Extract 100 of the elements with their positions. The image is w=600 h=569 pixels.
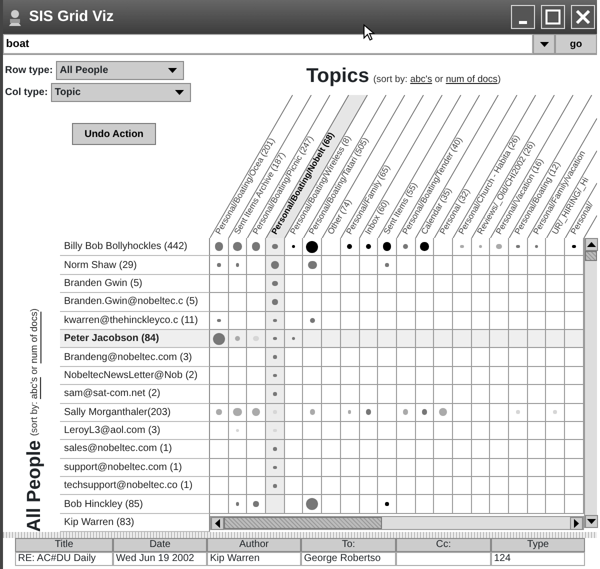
grid-cell[interactable] bbox=[360, 422, 378, 440]
grid-cell[interactable] bbox=[284, 293, 304, 312]
grid-cell[interactable] bbox=[266, 422, 285, 440]
grid-cell[interactable] bbox=[378, 256, 397, 275]
grid-cell[interactable] bbox=[322, 366, 341, 386]
grid-cell[interactable] bbox=[210, 348, 229, 367]
grid-cell[interactable] bbox=[452, 348, 472, 367]
grid-cell[interactable] bbox=[509, 274, 528, 294]
grid-cell[interactable] bbox=[472, 404, 490, 422]
grid-cell[interactable] bbox=[228, 274, 248, 294]
grid-cell[interactable] bbox=[434, 238, 453, 256]
grid-cell[interactable] bbox=[340, 422, 360, 440]
grid-cell[interactable] bbox=[452, 293, 472, 312]
grid-cell[interactable] bbox=[472, 330, 490, 348]
row-header[interactable]: Norm Shaw (29) bbox=[60, 256, 210, 275]
grid-cell[interactable] bbox=[396, 330, 416, 348]
grid-cell[interactable] bbox=[360, 348, 378, 367]
row-header[interactable]: Billy Bob Bollyhockles (442) bbox=[60, 238, 210, 256]
grid-cell[interactable] bbox=[378, 458, 397, 478]
grid-cell[interactable] bbox=[528, 495, 546, 514]
grid-cell[interactable] bbox=[266, 495, 285, 514]
grid-cell[interactable] bbox=[490, 385, 509, 404]
grid-cell[interactable] bbox=[472, 293, 490, 312]
grid-cell[interactable] bbox=[228, 477, 248, 496]
grid-cell[interactable] bbox=[472, 495, 490, 514]
grid-cell[interactable] bbox=[546, 348, 566, 367]
scroll-right-button[interactable] bbox=[570, 517, 583, 530]
grid-cell[interactable] bbox=[303, 385, 322, 404]
grid-cell[interactable] bbox=[452, 330, 472, 348]
grid-cell[interactable] bbox=[210, 422, 229, 440]
grid-cell[interactable] bbox=[340, 477, 360, 496]
grid-cell[interactable] bbox=[266, 348, 285, 367]
grid-cell[interactable] bbox=[228, 293, 248, 312]
grid-cell[interactable] bbox=[509, 422, 528, 440]
grid-cell[interactable] bbox=[528, 293, 546, 312]
grid-cell[interactable] bbox=[416, 256, 434, 275]
grid-cell[interactable] bbox=[434, 440, 453, 459]
go-button[interactable]: go bbox=[555, 34, 597, 54]
grid-cell[interactable] bbox=[360, 385, 378, 404]
grid-cell[interactable] bbox=[266, 256, 285, 275]
grid-cell[interactable] bbox=[378, 404, 397, 422]
grid-cell[interactable] bbox=[452, 422, 472, 440]
grid-cell[interactable] bbox=[509, 440, 528, 459]
row-header[interactable]: Branden.Gwin@nobeltec.c (5) bbox=[60, 293, 210, 312]
grid-cell[interactable] bbox=[228, 330, 248, 348]
grid-cell[interactable] bbox=[509, 404, 528, 422]
grid-cell[interactable] bbox=[303, 330, 322, 348]
grid-cell[interactable] bbox=[472, 422, 490, 440]
grid-cell[interactable] bbox=[210, 274, 229, 294]
undo-button[interactable]: Undo Action bbox=[72, 123, 156, 145]
grid-cell[interactable] bbox=[303, 348, 322, 367]
grid-cell[interactable] bbox=[546, 330, 566, 348]
grid-cell[interactable] bbox=[490, 256, 509, 275]
grid-cell[interactable] bbox=[284, 495, 304, 514]
grid-cell[interactable] bbox=[490, 495, 509, 514]
grid-cell[interactable] bbox=[434, 274, 453, 294]
grid-cell[interactable] bbox=[416, 477, 434, 496]
grid-cell[interactable] bbox=[210, 330, 229, 348]
grid-cell[interactable] bbox=[396, 256, 416, 275]
grid-cell[interactable] bbox=[396, 274, 416, 294]
grid-cell[interactable] bbox=[303, 404, 322, 422]
grid-cell[interactable] bbox=[490, 477, 509, 496]
grid-cell[interactable] bbox=[396, 495, 416, 514]
grid-cell[interactable] bbox=[340, 274, 360, 294]
grid-cell[interactable] bbox=[452, 477, 472, 496]
dropdown-button[interactable] bbox=[533, 34, 555, 54]
grid-cell[interactable] bbox=[360, 274, 378, 294]
grid-cell[interactable] bbox=[416, 293, 434, 312]
grid-cell[interactable] bbox=[340, 348, 360, 367]
grid-cell[interactable] bbox=[490, 348, 509, 367]
grid-cell[interactable] bbox=[546, 293, 566, 312]
grid-cell[interactable] bbox=[416, 385, 434, 404]
grid-cell[interactable] bbox=[509, 458, 528, 478]
grid-cell[interactable] bbox=[266, 274, 285, 294]
grid-cell[interactable] bbox=[210, 440, 229, 459]
grid-cell[interactable] bbox=[509, 366, 528, 386]
grid-cell[interactable] bbox=[360, 495, 378, 514]
grid-cell[interactable] bbox=[378, 422, 397, 440]
grid-cell[interactable] bbox=[472, 348, 490, 367]
grid-cell[interactable] bbox=[303, 477, 322, 496]
row-header[interactable]: Sally Morganthaler(203) bbox=[60, 404, 210, 422]
grid-cell[interactable] bbox=[360, 458, 378, 478]
grid-cell[interactable] bbox=[416, 440, 434, 459]
grid-cell[interactable] bbox=[546, 495, 566, 514]
row-header[interactable]: techsupport@nobeltec.co (1) bbox=[60, 477, 210, 496]
grid-cell[interactable] bbox=[546, 404, 566, 422]
row-header[interactable]: NobeltecNewsLetter@Nob (2) bbox=[60, 366, 210, 386]
grid-cell[interactable] bbox=[416, 495, 434, 514]
grid-cell[interactable] bbox=[210, 385, 229, 404]
grid-cell[interactable] bbox=[322, 404, 341, 422]
vertical-scrollbar[interactable] bbox=[584, 238, 597, 528]
grid-cell[interactable] bbox=[360, 366, 378, 386]
grid-cell[interactable] bbox=[303, 440, 322, 459]
grid-cell[interactable] bbox=[322, 330, 341, 348]
grid-cell[interactable] bbox=[528, 385, 546, 404]
grid-cell[interactable] bbox=[360, 330, 378, 348]
grid-cell[interactable] bbox=[303, 238, 322, 256]
grid-cell[interactable] bbox=[322, 348, 341, 367]
grid-cell[interactable] bbox=[266, 330, 285, 348]
grid-cell[interactable] bbox=[452, 256, 472, 275]
